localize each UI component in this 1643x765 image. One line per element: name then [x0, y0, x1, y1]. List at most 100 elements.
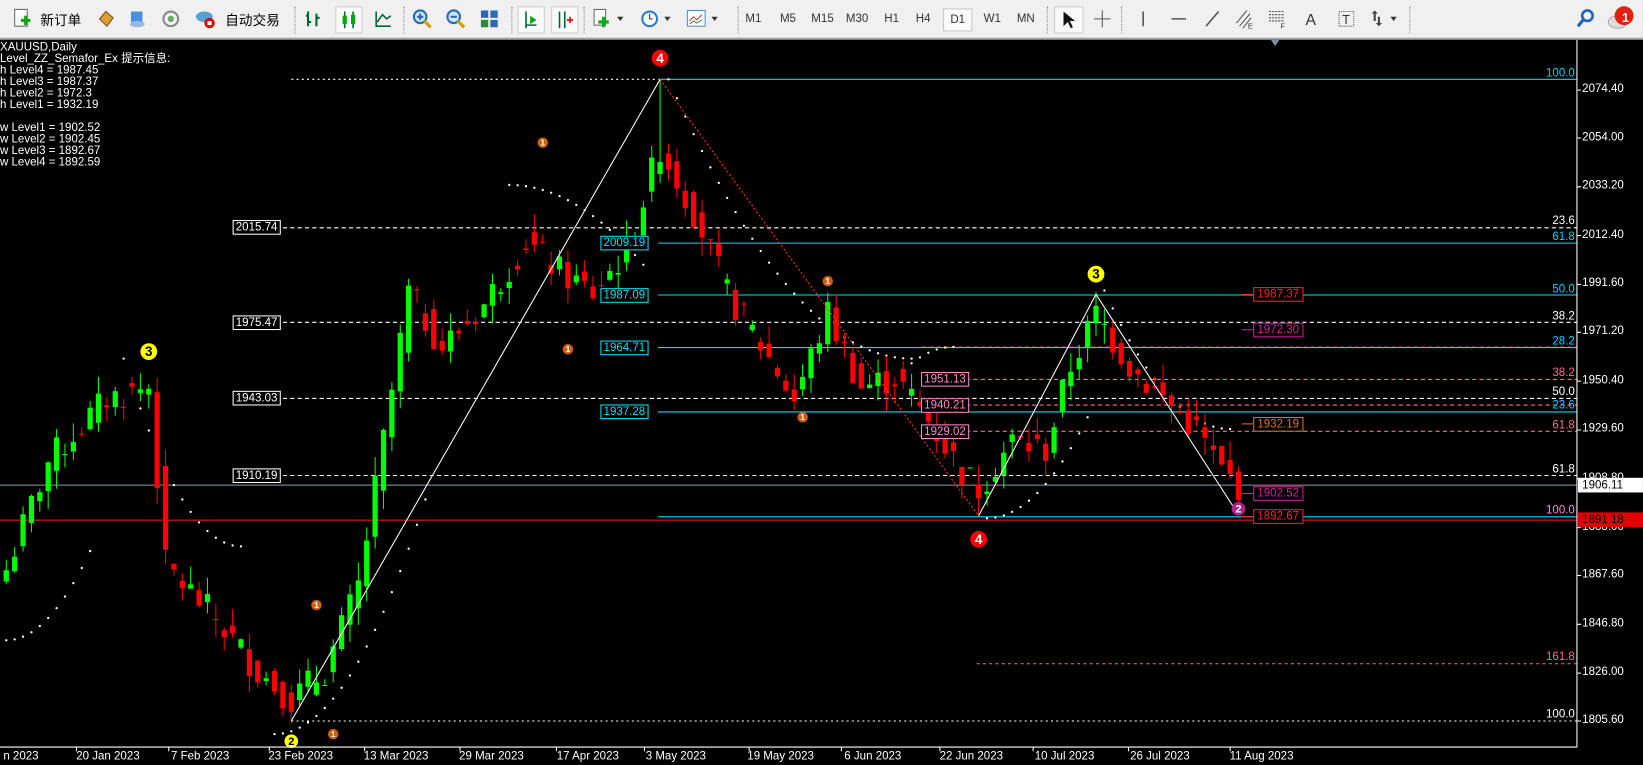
timeframe-m5[interactable]: M5	[774, 8, 801, 29]
auto-trading-icon[interactable]	[194, 6, 217, 31]
crosshair-icon[interactable]	[1090, 6, 1115, 31]
horizontal-line-icon[interactable]	[1167, 6, 1190, 31]
candle-body	[1026, 442, 1032, 452]
sar-dot	[38, 624, 41, 628]
market-watch-icon[interactable]	[94, 6, 117, 31]
notifications-button[interactable]: 1	[1605, 6, 1636, 31]
candle-body	[841, 341, 848, 343]
sar-dot	[1078, 432, 1081, 435]
price-axis-label: 2033.20	[1582, 179, 1624, 193]
candle-body	[1068, 371, 1074, 387]
sar-dot	[1111, 307, 1114, 310]
candle-body	[959, 466, 965, 485]
periods-dropdown[interactable]	[637, 6, 675, 31]
timeframe-d1[interactable]: D1	[943, 8, 973, 32]
timeframe-w1[interactable]: W1	[979, 8, 1006, 29]
fib-percent-label: 50.0	[1552, 385, 1575, 399]
candle-body	[154, 392, 160, 489]
signals-icon[interactable]	[159, 6, 182, 31]
candle-body	[967, 467, 973, 469]
candle-body	[791, 389, 797, 402]
sar-dot	[1002, 514, 1005, 517]
semafor-label: 1	[825, 276, 830, 286]
price-chart[interactable]: 443322111111 XAUUSD,Daily Level_ZZ_Semaf…	[0, 39, 1643, 765]
sar-dot	[139, 407, 142, 410]
candle-body	[338, 615, 345, 649]
sar-dot	[1228, 427, 1232, 431]
svg-text:E: E	[1248, 21, 1253, 29]
candle-body	[481, 304, 487, 318]
sar-dot	[751, 237, 754, 240]
fibonacci-icon[interactable]: F	[1265, 6, 1290, 31]
sar-dot	[47, 616, 50, 620]
candle-body	[1202, 427, 1208, 438]
candle-body	[45, 462, 51, 492]
timeframe-m1[interactable]: M1	[740, 8, 767, 29]
bar-chart-icon[interactable]	[301, 6, 326, 31]
line-chart-icon[interactable]	[371, 6, 396, 31]
auto-scroll-icon[interactable]	[517, 6, 545, 34]
trendline-icon[interactable]	[1201, 6, 1224, 31]
sar-dot	[516, 184, 519, 187]
time-axis-label: 7 Feb 2023	[170, 750, 230, 763]
semafor-label: 1	[800, 412, 805, 422]
navigator-icon[interactable]	[126, 6, 149, 31]
cursor-icon[interactable]	[1054, 6, 1084, 34]
sar-dot	[633, 253, 637, 257]
indicators-dropdown[interactable]	[590, 6, 628, 31]
equidistant-channel-icon[interactable]: E	[1232, 6, 1257, 31]
timeframe-h4[interactable]: H4	[909, 8, 936, 29]
sar-dot	[1052, 472, 1056, 475]
new-order-button[interactable]: 新订单	[37, 6, 85, 31]
tile-windows-icon[interactable]	[477, 6, 502, 31]
fib-percent-label: 61.8	[1552, 230, 1575, 244]
candle-body	[1177, 412, 1183, 414]
arrows-dropdown[interactable]	[1368, 6, 1402, 31]
sar-dot	[818, 317, 821, 320]
sar-dot	[667, 78, 670, 81]
sar-dot	[239, 545, 243, 548]
templates-dropdown[interactable]	[684, 6, 722, 31]
timeframe-h1[interactable]: H1	[878, 8, 905, 29]
text-icon[interactable]: A	[1299, 6, 1322, 31]
chart-shift-icon[interactable]	[551, 6, 579, 34]
mt4-window: 新订单 自动交易 M1 M5 M15 M30 H1 H4 D1 W1 MN E …	[0, 0, 1643, 765]
zoom-out-icon[interactable]	[443, 6, 468, 31]
fib-percent-label: 28.2	[1552, 334, 1575, 348]
candle-body	[607, 270, 613, 280]
search-icon[interactable]	[1574, 6, 1597, 31]
text-label-icon[interactable]: T	[1335, 6, 1358, 31]
chart-shift-marker-icon[interactable]	[1270, 39, 1280, 47]
candle-body	[699, 212, 705, 238]
candlestick-chart-icon[interactable]	[335, 6, 363, 34]
sar-dot	[1128, 339, 1131, 342]
candle-body	[573, 275, 579, 283]
sar-dot	[709, 166, 712, 169]
candle-body	[531, 232, 537, 245]
candle-body	[1143, 383, 1149, 393]
candle-body	[682, 190, 688, 209]
candle-body	[297, 683, 303, 701]
semafor-label: 4	[975, 532, 983, 547]
timeframe-mn[interactable]: MN	[1012, 8, 1039, 29]
time-axis-label: 6 Jun 2023	[844, 750, 902, 763]
sar-dot	[910, 362, 913, 365]
sar-dot	[147, 429, 150, 432]
candle-body	[288, 692, 294, 712]
candle-body	[732, 289, 739, 321]
candle-body	[883, 371, 890, 394]
candle-body	[204, 594, 211, 603]
candle-body	[816, 343, 822, 354]
time-axis-label: 22 Jun 2023	[939, 750, 1004, 763]
zoom-in-icon[interactable]	[410, 6, 435, 31]
vertical-line-icon[interactable]	[1132, 6, 1155, 31]
timeframe-m30[interactable]: M30	[843, 8, 870, 29]
candle-body	[850, 352, 856, 383]
fib-price-label: 1937.28	[600, 404, 649, 420]
auto-trading-button[interactable]: 自动交易	[220, 6, 285, 31]
timeframe-m15[interactable]: M15	[809, 8, 836, 29]
sar-dot	[197, 521, 201, 524]
new-order-icon[interactable]	[10, 6, 33, 31]
semafor-label: 1	[314, 600, 319, 610]
toolbar: 新订单 自动交易 M1 M5 M15 M30 H1 H4 D1 W1 MN E …	[0, 0, 1643, 40]
